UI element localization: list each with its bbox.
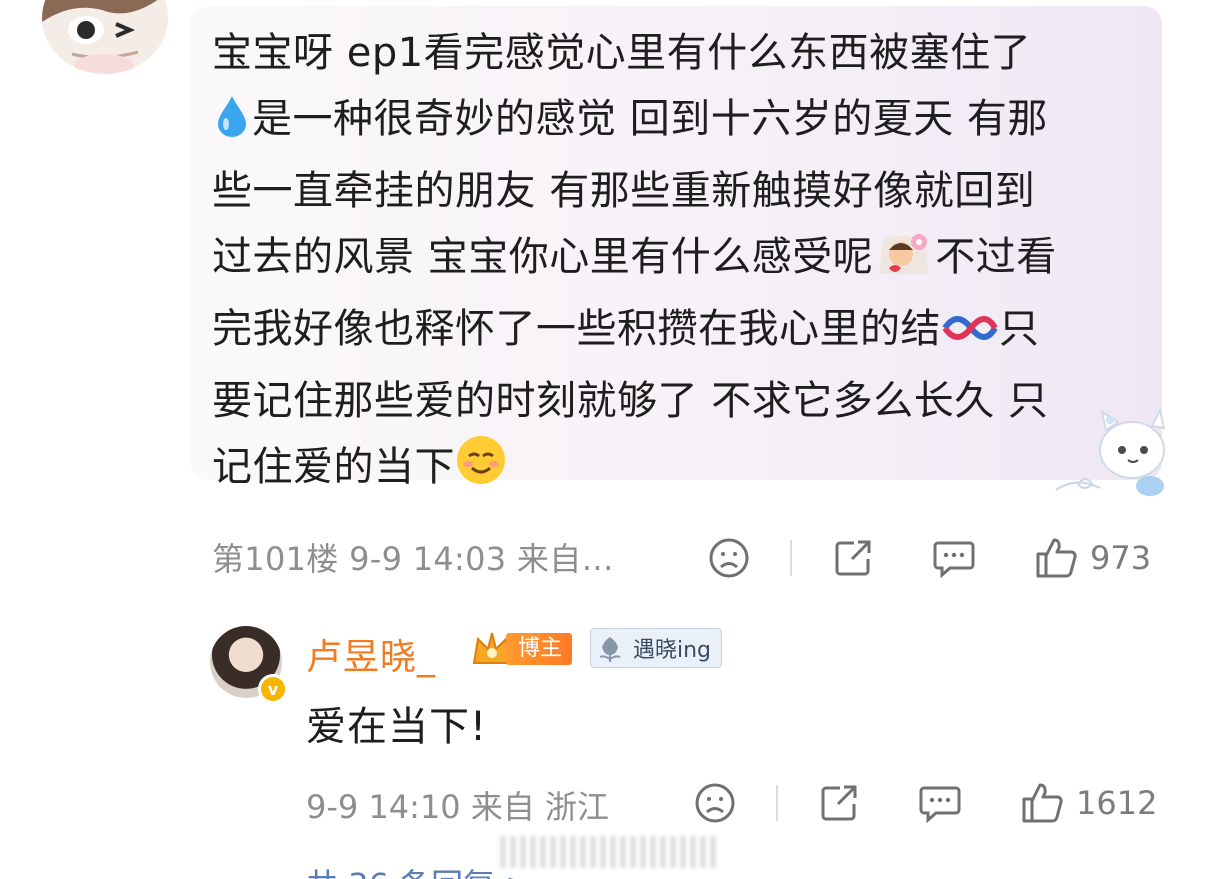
droplet-emoji-icon xyxy=(212,92,252,158)
cat-sticker-icon xyxy=(1048,406,1178,502)
fan-badge-label: 遇晓ing xyxy=(633,638,712,663)
watermark xyxy=(500,836,720,868)
host-badge[interactable]: 博主 xyxy=(470,630,573,668)
share-icon[interactable] xyxy=(818,782,860,824)
commenter-avatar[interactable] xyxy=(42,0,168,74)
comment-line: 要记住那些爱的时刻就够了 不求它多么长久 只 xyxy=(212,378,1049,424)
comment-line: 不过看 xyxy=(935,234,1057,280)
comment-actions: 973 xyxy=(708,536,1151,580)
comment-line: 记住爱的当下 xyxy=(212,444,455,490)
smiling-face-emoji-icon xyxy=(455,434,507,506)
comment-line: 是一种很奇妙的感觉 回到十六岁的夏天 有那 xyxy=(252,96,1048,142)
comment-line: 宝宝呀 ep1看完感觉心里有什么东西被塞住了 xyxy=(212,30,1032,76)
comment-meta: 第101楼 9-9 14:03 来自… xyxy=(212,534,614,580)
thumbs-up-icon[interactable] xyxy=(1020,781,1064,825)
cartoon-face-icon xyxy=(42,0,168,74)
like-count: 973 xyxy=(1090,539,1152,577)
sad-face-icon[interactable] xyxy=(694,782,736,824)
fan-badge[interactable]: 遇晓ing xyxy=(590,628,723,668)
comment-bubble: 宝宝呀 ep1看完感觉心里有什么东西被塞住了 是一种很奇妙的感觉 回到十六岁的夏… xyxy=(190,6,1166,496)
verified-badge-icon: v xyxy=(258,674,288,704)
comment-icon[interactable] xyxy=(932,537,976,579)
reply-time: 9-9 14:10 xyxy=(306,788,461,826)
reply-actions: 1612 xyxy=(694,781,1157,825)
reply-meta: 9-9 14:10 来自 浙江 xyxy=(306,782,609,828)
comment-icon[interactable] xyxy=(918,782,962,824)
share-icon[interactable] xyxy=(832,537,874,579)
reply-source: 来自 浙江 xyxy=(470,788,610,826)
reply-text: 爱在当下! xyxy=(306,704,488,750)
like-count: 1612 xyxy=(1076,784,1158,822)
comment-source: 来自… xyxy=(516,540,614,578)
divider xyxy=(790,540,792,576)
reply-author-name[interactable]: 卢昱晓_ xyxy=(306,628,436,680)
divider xyxy=(776,785,778,821)
knot-emoji-icon xyxy=(941,302,999,368)
comment-text: 宝宝呀 ep1看完感觉心里有什么东西被塞住了 是一种很奇妙的感觉 回到十六岁的夏… xyxy=(212,20,1150,506)
tulip-icon xyxy=(599,637,621,662)
comment-line: 完我好像也释怀了一些积攒在我心里的结 xyxy=(212,306,941,352)
comment-line: 过去的风景 宝宝你心里有什么感受呢 xyxy=(212,234,874,280)
bride-emoji-icon xyxy=(873,230,935,296)
floor-number: 第101楼 xyxy=(212,540,339,578)
reply-avatar[interactable]: v xyxy=(210,626,288,704)
thumbs-up-icon[interactable] xyxy=(1034,536,1078,580)
host-badge-label: 博主 xyxy=(506,633,573,665)
comment-line: 些一直牵挂的朋友 有那些重新触摸好像就回到 xyxy=(212,168,1036,214)
more-replies-link[interactable]: 共 36 条回复 > xyxy=(306,860,532,879)
comment-line: 只 xyxy=(999,306,1040,352)
sad-face-icon[interactable] xyxy=(708,537,750,579)
comment-time: 9-9 14:03 xyxy=(349,540,507,578)
